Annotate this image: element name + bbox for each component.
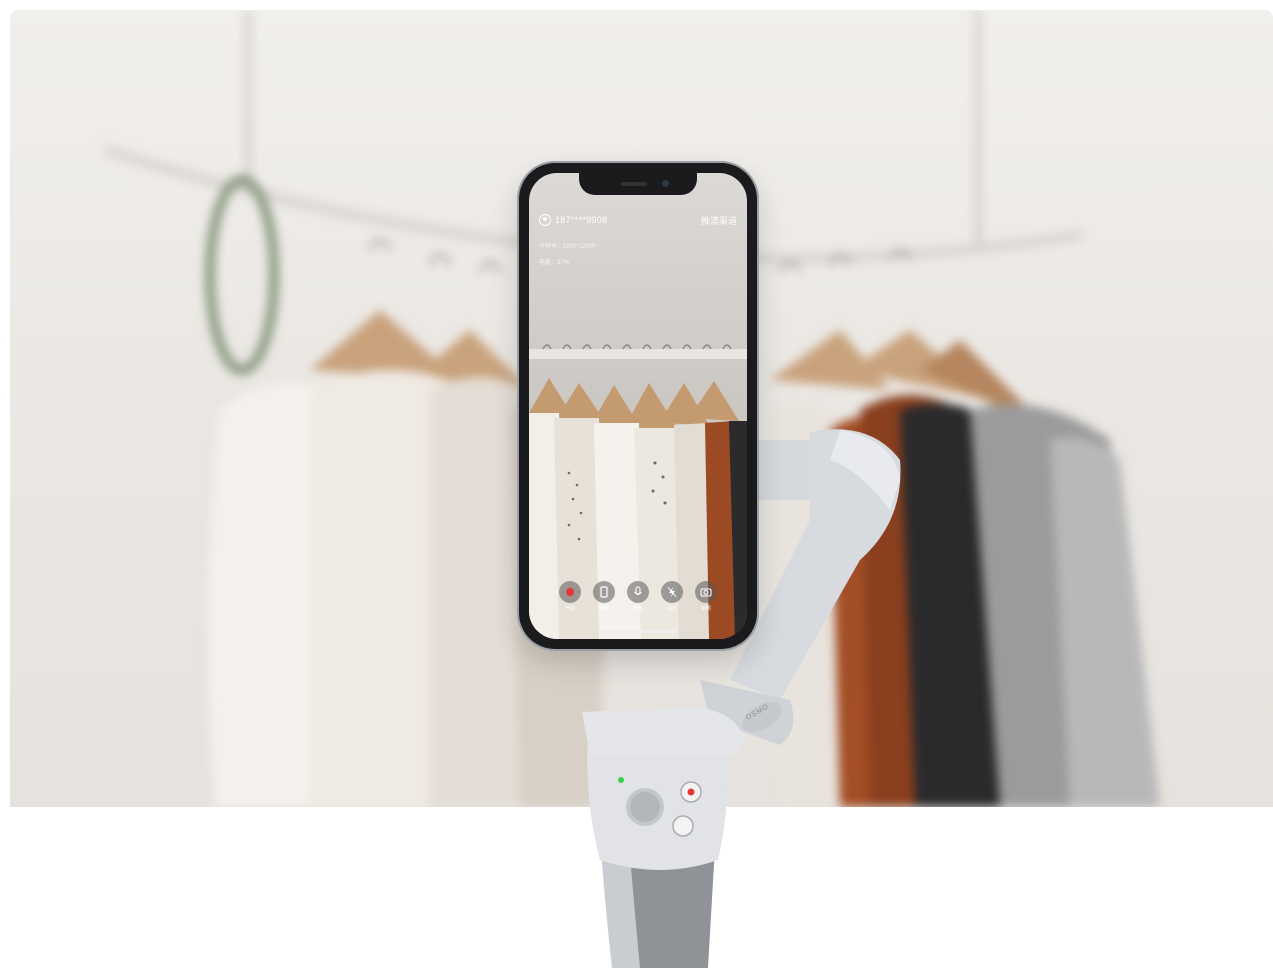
- camera-controls: 开始 竖屏 开麦 闪光 拍照: [558, 581, 718, 612]
- record-icon: [559, 581, 581, 603]
- gimbal-record-button[interactable]: [681, 782, 701, 802]
- phone-notch: [579, 173, 697, 195]
- stream-channel-button[interactable]: 推流渠道: [701, 214, 737, 227]
- photo-label: 拍照: [700, 606, 711, 612]
- home-indicator: [599, 630, 677, 633]
- camera-icon: [695, 581, 717, 603]
- resolution-label: 分辨率：1280*1280P: [539, 244, 597, 250]
- microphone-label: 开麦: [632, 606, 643, 612]
- smartphone: 187****9908 推流渠道 分辨率：1280*1280P 电量：87% 开…: [519, 163, 757, 649]
- record-button[interactable]: 开始: [558, 581, 582, 612]
- record-label: 开始: [564, 606, 575, 612]
- app-top-bar: 187****9908 推流渠道: [539, 212, 737, 228]
- orientation-icon: [593, 581, 615, 603]
- orientation-button[interactable]: 竖屏: [592, 581, 616, 612]
- battery-label: 电量：87%: [539, 260, 570, 266]
- microphone-icon: [627, 581, 649, 603]
- flash-button[interactable]: 闪光: [660, 581, 684, 612]
- joystick[interactable]: [626, 788, 664, 826]
- account-number: 187****9908: [555, 215, 608, 225]
- photo-button[interactable]: 拍照: [694, 581, 718, 612]
- flash-off-icon: [661, 581, 683, 603]
- orientation-label: 竖屏: [598, 606, 609, 612]
- status-led: [618, 777, 624, 783]
- microphone-button[interactable]: 开麦: [626, 581, 650, 612]
- phone-screen: 187****9908 推流渠道 分辨率：1280*1280P 电量：87% 开…: [529, 173, 747, 639]
- flash-label: 闪光: [666, 606, 677, 612]
- gimbal-mode-button[interactable]: [673, 816, 693, 836]
- stream-stats: 分辨率：1280*1280P 电量：87%: [539, 239, 596, 271]
- user-avatar-icon[interactable]: [539, 214, 551, 226]
